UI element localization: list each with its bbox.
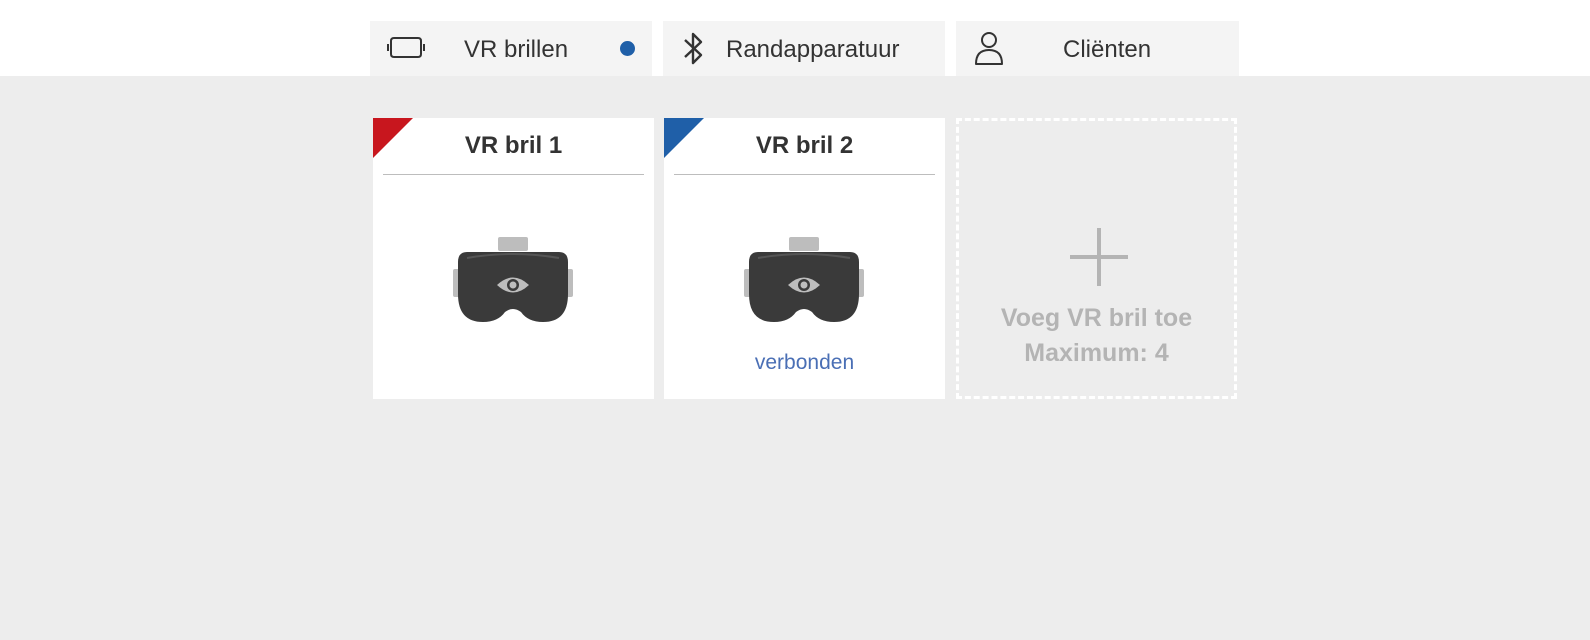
divider (674, 174, 935, 175)
tab-randapparatuur-label: Randapparatuur (726, 36, 900, 63)
connection-status: verbonden (754, 351, 855, 374)
tab-clienten[interactable]: Cliënten (956, 21, 1239, 76)
add-card-limit: Maximum: 4 (1024, 339, 1169, 367)
device-card-2[interactable]: VR bril 2 verbonden (664, 118, 945, 399)
vr-headset-icon (744, 236, 864, 326)
tab-vr-brillen[interactable]: VR brillen (370, 21, 652, 76)
vr-headset-icon (453, 236, 573, 326)
device-name: VR bril 1 (464, 132, 563, 159)
divider (383, 174, 644, 175)
bluetooth-icon (679, 21, 709, 81)
plus-icon (1070, 228, 1128, 286)
status-dot (620, 41, 635, 56)
top-navigation: VR brillen Randapparatuur Cliënten (0, 0, 1590, 76)
add-card-label: Voeg VR bril toe (1000, 304, 1193, 332)
person-outline-icon (972, 21, 1006, 81)
tab-vr-brillen-label: VR brillen (464, 36, 569, 63)
device-card-1[interactable]: VR bril 1 (373, 118, 654, 399)
tab-clienten-label: Cliënten (1063, 36, 1152, 63)
device-name: VR bril 2 (755, 132, 854, 159)
tab-randapparatuur[interactable]: Randapparatuur (663, 21, 945, 76)
add-vr-headset-button[interactable]: Voeg VR bril toe Maximum: 4 (956, 118, 1237, 399)
vr-headset-outline-icon (386, 21, 426, 81)
